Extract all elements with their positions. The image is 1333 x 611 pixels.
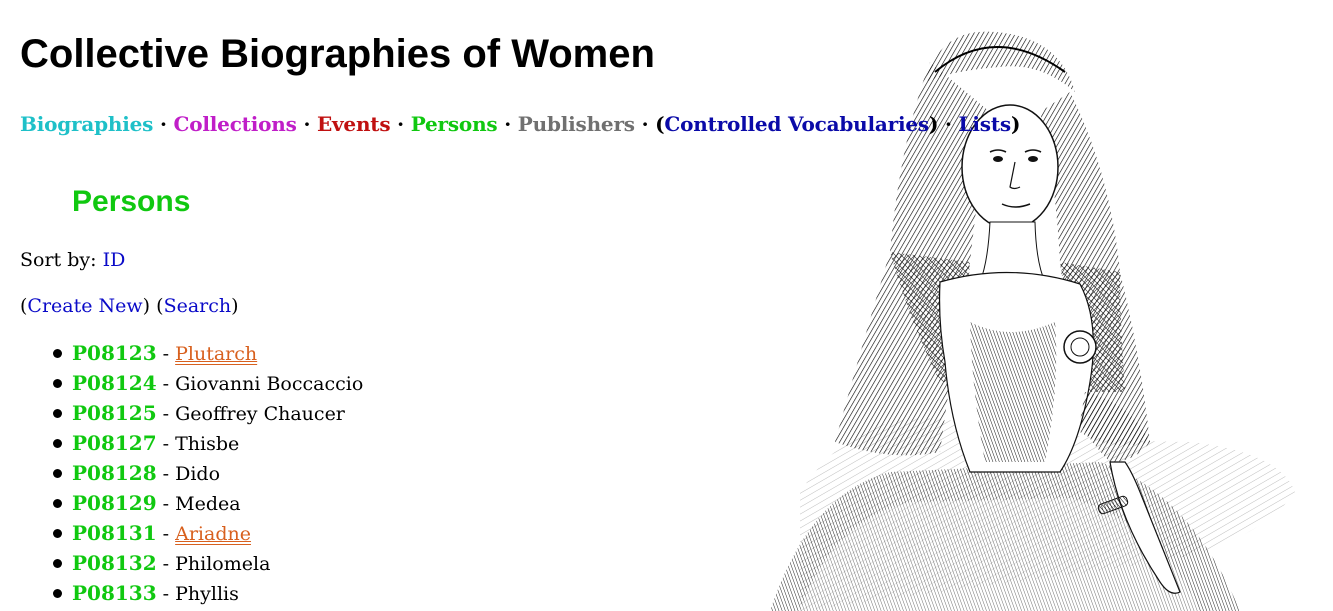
person-name: Dido <box>175 463 221 485</box>
nav-separator: · <box>641 112 649 136</box>
page-heading: Persons <box>72 185 191 218</box>
create-new-link[interactable]: Create New <box>27 295 142 317</box>
list-item: P08132 - Philomela <box>52 549 363 579</box>
separator-dash: - <box>156 493 176 515</box>
list-item: P08124 - Giovanni Boccaccio <box>52 369 363 399</box>
main-nav: Biographies · Collections · Events · Per… <box>20 111 1020 137</box>
nav-paren-close: ) <box>1010 112 1021 136</box>
separator-dash: - <box>156 553 176 575</box>
person-id-link[interactable]: P08124 <box>72 371 157 395</box>
bullet-icon <box>53 499 62 508</box>
bullet-icon <box>53 469 62 478</box>
search-link[interactable]: Search <box>164 295 232 317</box>
nav-publishers-link[interactable]: Publishers <box>518 112 635 136</box>
separator-dash: - <box>156 523 176 545</box>
separator-dash: - <box>156 463 176 485</box>
person-name: Medea <box>175 493 241 515</box>
sort-by-id-link[interactable]: ID <box>103 249 126 271</box>
list-item: P08123 - Plutarch <box>52 339 363 369</box>
nav-controlled-vocabularies-link[interactable]: Controlled Vocabularies <box>664 112 929 136</box>
separator-dash: - <box>156 583 176 605</box>
nav-separator: · <box>303 112 311 136</box>
sort-label: Sort by: <box>20 249 97 271</box>
person-name-link[interactable]: Plutarch <box>175 343 257 365</box>
bullet-icon <box>53 379 62 388</box>
nav-separator: · <box>945 112 952 136</box>
nav-collections-link[interactable]: Collections <box>174 112 297 136</box>
nav-persons-link[interactable]: Persons <box>411 112 498 136</box>
person-id-link[interactable]: P08127 <box>72 431 157 455</box>
site-title: Collective Biographies of Women <box>20 32 655 76</box>
paren-open: ( <box>156 295 164 317</box>
list-item: P08128 - Dido <box>52 459 363 489</box>
person-id-link[interactable]: P08131 <box>72 521 157 545</box>
persons-list: P08123 - Plutarch P08124 - Giovanni Bocca… <box>52 339 363 609</box>
nav-biographies-link[interactable]: Biographies <box>20 112 153 136</box>
person-id-link[interactable]: P08133 <box>72 581 157 605</box>
list-item: P08133 - Phyllis <box>52 579 363 609</box>
person-name-link[interactable]: Ariadne <box>175 523 251 545</box>
separator-dash: - <box>156 433 176 455</box>
person-id-link[interactable]: P08125 <box>72 401 157 425</box>
nav-separator: · <box>504 112 511 136</box>
bullet-icon <box>53 439 62 448</box>
person-name: Phyllis <box>175 583 239 605</box>
nav-separator: · <box>397 112 404 136</box>
person-name: Geoffrey Chaucer <box>175 403 345 425</box>
paren-close: ) <box>231 295 239 317</box>
bullet-icon <box>53 589 62 598</box>
separator-dash: - <box>156 403 176 425</box>
nav-separator: · <box>160 112 167 136</box>
person-name: Giovanni Boccaccio <box>175 373 364 395</box>
nav-paren-close: ) <box>928 112 939 136</box>
bullet-icon <box>53 529 62 538</box>
separator-dash: - <box>156 373 176 395</box>
paren-close: ) <box>142 295 151 317</box>
nav-lists-link[interactable]: Lists <box>959 112 1012 136</box>
action-links: (Create New) (Search) <box>20 294 239 318</box>
nav-events-link[interactable]: Events <box>317 112 391 136</box>
person-name: Philomela <box>175 553 271 575</box>
person-id-link[interactable]: P08132 <box>72 551 157 575</box>
list-item: P08125 - Geoffrey Chaucer <box>52 399 363 429</box>
person-id-link[interactable]: P08123 <box>72 341 157 365</box>
list-item: P08131 - Ariadne <box>52 519 363 549</box>
bullet-icon <box>53 349 62 358</box>
list-item: P08129 - Medea <box>52 489 363 519</box>
person-id-link[interactable]: P08128 <box>72 461 157 485</box>
bullet-icon <box>53 559 62 568</box>
list-item: P08127 - Thisbe <box>52 429 363 459</box>
sort-controls: Sort by: ID <box>20 248 125 272</box>
person-id-link[interactable]: P08129 <box>72 491 157 515</box>
separator-dash: - <box>156 343 176 365</box>
person-name: Thisbe <box>175 433 240 455</box>
bullet-icon <box>53 409 62 418</box>
